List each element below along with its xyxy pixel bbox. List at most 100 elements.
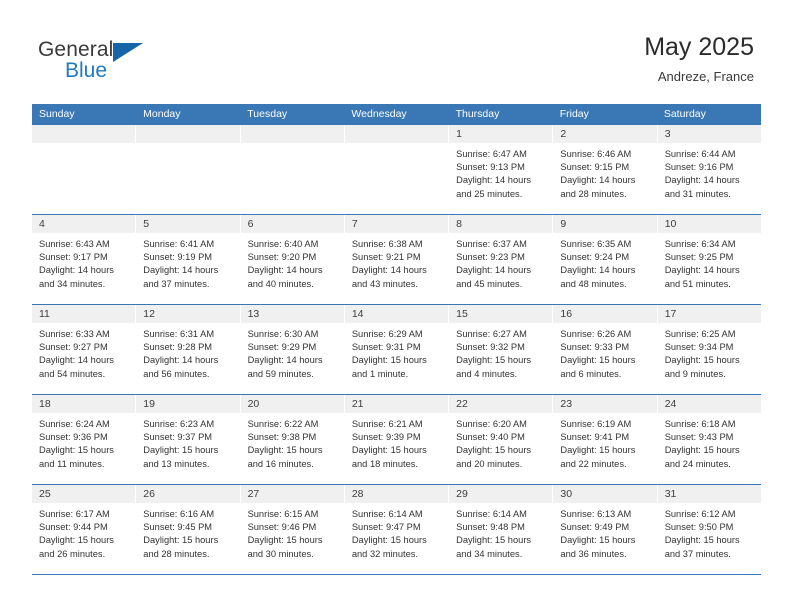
day-number: 26 xyxy=(136,485,240,503)
day-details: Sunrise: 6:41 AM Sunset: 9:19 PM Daylight:… xyxy=(136,233,239,291)
day-cell[interactable]: 27 Sunrise: 6:15 AM Sunset: 9:46 PM Dayligh… xyxy=(240,485,345,574)
day-cell-empty xyxy=(344,125,450,214)
day-cell[interactable]: 12 Sunrise: 6:31 AM Sunset: 9:28 PM Dayligh… xyxy=(136,305,241,394)
sunrise-text: Sunrise: 6:25 AM xyxy=(664,329,736,339)
sunrise-text: Sunrise: 6:14 AM xyxy=(351,509,423,519)
day-number: 30 xyxy=(553,485,657,503)
day-cell[interactable]: 9 Sunrise: 6:35 AM Sunset: 9:24 PM Daylight… xyxy=(553,215,658,304)
day-cell[interactable]: 11 Sunrise: 6:33 AM Sunset: 9:27 PM Dayligh… xyxy=(32,305,137,394)
page-header: General Blue May 2025 Andreze, France xyxy=(0,0,792,104)
sunrise-text: Sunrise: 6:19 AM xyxy=(560,419,632,429)
daylight-text: Daylight: 15 hours and 4 minutes. xyxy=(456,355,532,379)
sunset-text: Sunset: 9:40 PM xyxy=(456,432,525,443)
daylight-text: Daylight: 14 hours and 34 minutes. xyxy=(39,265,114,289)
sunset-text: Sunset: 9:47 PM xyxy=(351,522,421,533)
sunset-text: Sunset: 9:13 PM xyxy=(456,162,525,173)
daylight-text: Daylight: 14 hours and 56 minutes. xyxy=(143,355,219,379)
day-cell[interactable]: 28 Sunrise: 6:14 AM Sunset: 9:47 PM Dayligh… xyxy=(344,485,450,574)
sunset-text: Sunset: 9:24 PM xyxy=(560,252,630,263)
day-cell[interactable]: 7 Sunrise: 6:38 AM Sunset: 9:21 PM Daylight… xyxy=(344,215,450,304)
day-details: Sunrise: 6:33 AM Sunset: 9:27 PM Daylight:… xyxy=(32,323,135,381)
day-cell-empty xyxy=(240,125,345,214)
sunrise-text: Sunrise: 6:13 AM xyxy=(560,509,632,519)
day-details: Sunrise: 6:40 AM Sunset: 9:20 PM Daylight:… xyxy=(241,233,344,291)
daylight-text: Daylight: 14 hours and 45 minutes. xyxy=(456,265,532,289)
day-cell[interactable]: 4 Sunrise: 6:43 AM Sunset: 9:17 PM Daylight… xyxy=(32,215,137,304)
day-cell[interactable]: 1 Sunrise: 6:47 AM Sunset: 9:13 PM Daylight… xyxy=(449,125,554,214)
day-details: Sunrise: 6:23 AM Sunset: 9:37 PM Daylight:… xyxy=(136,413,239,471)
sunrise-text: Sunrise: 6:34 AM xyxy=(664,239,736,249)
sunset-text: Sunset: 9:31 PM xyxy=(351,342,421,353)
day-cell[interactable]: 16 Sunrise: 6:26 AM Sunset: 9:33 PM Dayligh… xyxy=(553,305,658,394)
day-number: 10 xyxy=(657,215,761,233)
day-cell[interactable]: 10 Sunrise: 6:34 AM Sunset: 9:25 PM Dayligh… xyxy=(657,215,761,304)
day-cell[interactable]: 23 Sunrise: 6:19 AM Sunset: 9:41 PM Dayligh… xyxy=(553,395,658,484)
daylight-text: Daylight: 14 hours and 59 minutes. xyxy=(247,355,323,379)
day-cell[interactable]: 21 Sunrise: 6:21 AM Sunset: 9:39 PM Dayligh… xyxy=(344,395,450,484)
day-cell[interactable]: 20 Sunrise: 6:22 AM Sunset: 9:38 PM Dayligh… xyxy=(240,395,345,484)
day-number: 22 xyxy=(449,395,553,413)
day-number: 11 xyxy=(32,305,136,323)
day-details: Sunrise: 6:29 AM Sunset: 9:31 PM Daylight:… xyxy=(345,323,448,381)
day-cell[interactable]: 3 Sunrise: 6:44 AM Sunset: 9:16 PM Daylight… xyxy=(657,125,761,214)
day-cell[interactable]: 18 Sunrise: 6:24 AM Sunset: 9:36 PM Dayligh… xyxy=(32,395,137,484)
day-cell[interactable]: 25 Sunrise: 6:17 AM Sunset: 9:44 PM Dayligh… xyxy=(32,485,137,574)
daylight-text: Daylight: 15 hours and 36 minutes. xyxy=(560,535,636,559)
day-details: Sunrise: 6:31 AM Sunset: 9:28 PM Daylight:… xyxy=(136,323,239,381)
day-cell[interactable]: 2 Sunrise: 6:46 AM Sunset: 9:15 PM Daylight… xyxy=(553,125,658,214)
day-details: Sunrise: 6:16 AM Sunset: 9:45 PM Daylight:… xyxy=(136,503,239,561)
daylight-text: Daylight: 15 hours and 37 minutes. xyxy=(664,535,740,559)
daylight-text: Daylight: 15 hours and 11 minutes. xyxy=(39,445,114,469)
sunrise-text: Sunrise: 6:29 AM xyxy=(351,329,423,339)
day-number: 13 xyxy=(240,305,344,323)
day-cell[interactable]: 8 Sunrise: 6:37 AM Sunset: 9:23 PM Daylight… xyxy=(449,215,554,304)
day-cell[interactable]: 15 Sunrise: 6:27 AM Sunset: 9:32 PM Dayligh… xyxy=(449,305,554,394)
day-number: 27 xyxy=(240,485,344,503)
daylight-text: Daylight: 15 hours and 22 minutes. xyxy=(560,445,636,469)
day-number xyxy=(344,125,449,143)
day-number: 15 xyxy=(449,305,553,323)
general-blue-logo[interactable]: General Blue xyxy=(38,38,238,94)
sunrise-text: Sunrise: 6:18 AM xyxy=(664,419,736,429)
sunset-text: Sunset: 9:43 PM xyxy=(664,432,734,443)
sunset-text: Sunset: 9:15 PM xyxy=(560,162,630,173)
day-cell[interactable]: 13 Sunrise: 6:30 AM Sunset: 9:29 PM Dayligh… xyxy=(240,305,345,394)
day-cell[interactable]: 22 Sunrise: 6:20 AM Sunset: 9:40 PM Dayligh… xyxy=(449,395,554,484)
day-details: Sunrise: 6:19 AM Sunset: 9:41 PM Daylight:… xyxy=(553,413,656,471)
weekday-header-friday: Friday xyxy=(559,108,589,120)
sunset-text: Sunset: 9:23 PM xyxy=(456,252,525,263)
daylight-text: Daylight: 15 hours and 18 minutes. xyxy=(351,445,427,469)
day-cell[interactable]: 5 Sunrise: 6:41 AM Sunset: 9:19 PM Daylight… xyxy=(136,215,241,304)
sunset-text: Sunset: 9:45 PM xyxy=(143,522,213,533)
sunrise-text: Sunrise: 6:24 AM xyxy=(39,419,110,429)
calendar-week-row: 18 Sunrise: 6:24 AM Sunset: 9:36 PM Dayligh… xyxy=(32,395,761,485)
day-details: Sunrise: 6:21 AM Sunset: 9:39 PM Daylight:… xyxy=(345,413,448,471)
day-cell[interactable]: 24 Sunrise: 6:18 AM Sunset: 9:43 PM Dayligh… xyxy=(657,395,761,484)
sunset-text: Sunset: 9:34 PM xyxy=(664,342,734,353)
day-cell[interactable]: 29 Sunrise: 6:14 AM Sunset: 9:48 PM Dayligh… xyxy=(449,485,554,574)
day-cell[interactable]: 26 Sunrise: 6:16 AM Sunset: 9:45 PM Dayligh… xyxy=(136,485,241,574)
day-number xyxy=(32,125,136,143)
daylight-text: Daylight: 15 hours and 13 minutes. xyxy=(143,445,219,469)
day-cell-empty xyxy=(32,125,137,214)
day-number: 16 xyxy=(553,305,657,323)
day-cell[interactable]: 14 Sunrise: 6:29 AM Sunset: 9:31 PM Dayligh… xyxy=(344,305,450,394)
day-details: Sunrise: 6:14 AM Sunset: 9:48 PM Daylight:… xyxy=(449,503,552,561)
day-cell[interactable]: 17 Sunrise: 6:25 AM Sunset: 9:34 PM Dayligh… xyxy=(657,305,761,394)
day-cell[interactable]: 31 Sunrise: 6:12 AM Sunset: 9:50 PM Dayligh… xyxy=(657,485,761,574)
day-number: 19 xyxy=(136,395,240,413)
weekday-header-tuesday: Tuesday xyxy=(247,108,288,120)
day-cell[interactable]: 19 Sunrise: 6:23 AM Sunset: 9:37 PM Dayligh… xyxy=(136,395,241,484)
sunset-text: Sunset: 9:50 PM xyxy=(664,522,734,533)
day-cell[interactable]: 30 Sunrise: 6:13 AM Sunset: 9:49 PM Dayligh… xyxy=(553,485,658,574)
daylight-text: Daylight: 15 hours and 20 minutes. xyxy=(456,445,532,469)
day-number: 20 xyxy=(240,395,344,413)
day-details: Sunrise: 6:46 AM Sunset: 9:15 PM Daylight:… xyxy=(553,143,656,201)
daylight-text: Daylight: 14 hours and 28 minutes. xyxy=(560,175,636,199)
weekday-header-row: Sunday Monday Tuesday Wednesday Thursday Frid… xyxy=(32,104,761,125)
daylight-text: Daylight: 14 hours and 54 minutes. xyxy=(39,355,114,379)
day-details: Sunrise: 6:13 AM Sunset: 9:49 PM Daylight:… xyxy=(553,503,656,561)
sunrise-text: Sunrise: 6:22 AM xyxy=(247,419,319,429)
day-cell[interactable]: 6 Sunrise: 6:40 AM Sunset: 9:20 PM Daylight… xyxy=(240,215,345,304)
day-number: 31 xyxy=(657,485,761,503)
